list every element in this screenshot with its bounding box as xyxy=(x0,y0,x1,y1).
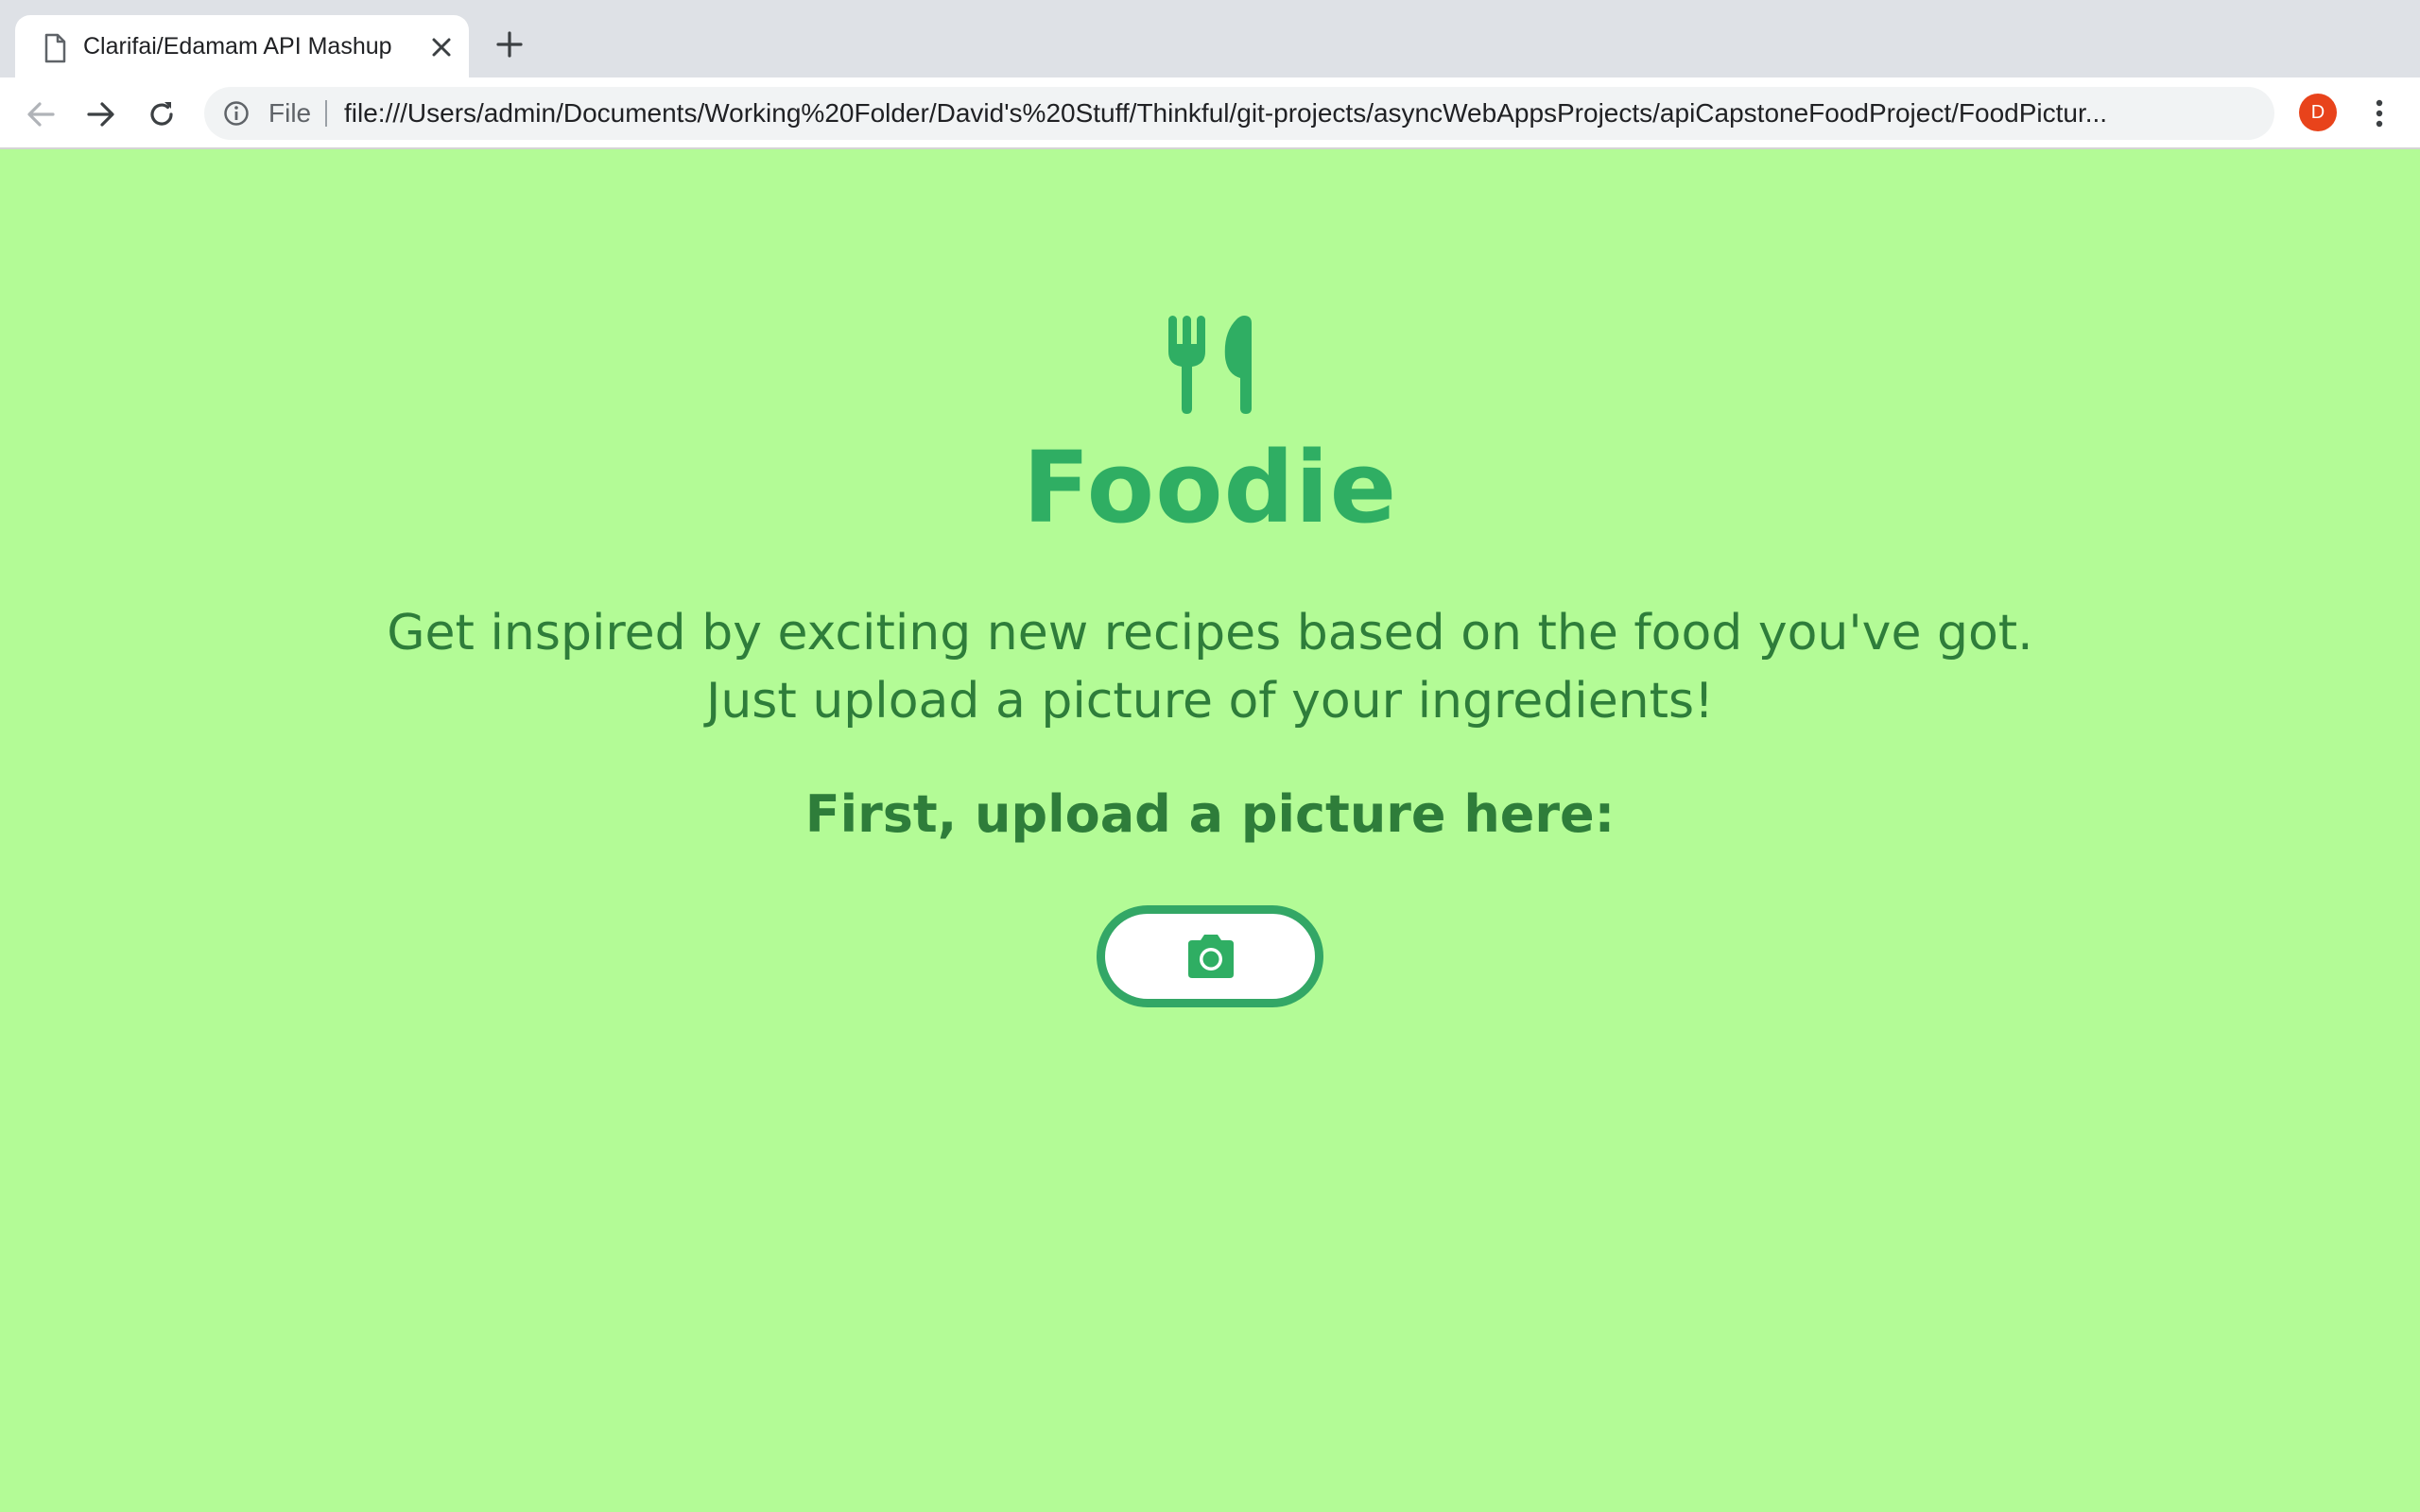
logo-wordmark: Foodie xyxy=(1022,430,1398,545)
fork-knife-icon xyxy=(1168,316,1252,414)
upload-photo-button[interactable] xyxy=(1097,905,1323,1007)
close-tab-icon[interactable] xyxy=(429,35,454,60)
tagline: Get inspired by exciting new recipes bas… xyxy=(387,605,2033,730)
browser-toolbar: File file:///Users/admin/Documents/Worki… xyxy=(0,77,2420,149)
new-tab-icon[interactable] xyxy=(495,30,524,59)
document-icon xyxy=(44,33,66,63)
reload-icon[interactable] xyxy=(146,98,178,130)
browser-tab[interactable]: Clarifai/Edamam API Mashup xyxy=(15,15,469,77)
upload-prompt: First, upload a picture here: xyxy=(804,784,1616,844)
profile-avatar[interactable]: D xyxy=(2299,94,2337,131)
more-vertical-icon[interactable] xyxy=(2365,96,2394,130)
page-content: Foodie Get inspired by exciting new reci… xyxy=(0,149,2420,1512)
tab-strip: Clarifai/Edamam API Mashup xyxy=(0,0,2420,77)
forward-arrow-icon[interactable] xyxy=(85,98,117,130)
url-text[interactable]: file:///Users/admin/Documents/Working%20… xyxy=(344,87,2216,140)
scheme-label: File xyxy=(268,98,312,128)
tab-title: Clarifai/Edamam API Mashup xyxy=(83,33,392,60)
camera-icon xyxy=(1188,935,1234,978)
address-bar[interactable]: File file:///Users/admin/Documents/Worki… xyxy=(204,87,2274,140)
address-divider xyxy=(325,100,327,127)
info-icon[interactable] xyxy=(223,100,250,127)
back-arrow-icon[interactable] xyxy=(25,98,57,130)
